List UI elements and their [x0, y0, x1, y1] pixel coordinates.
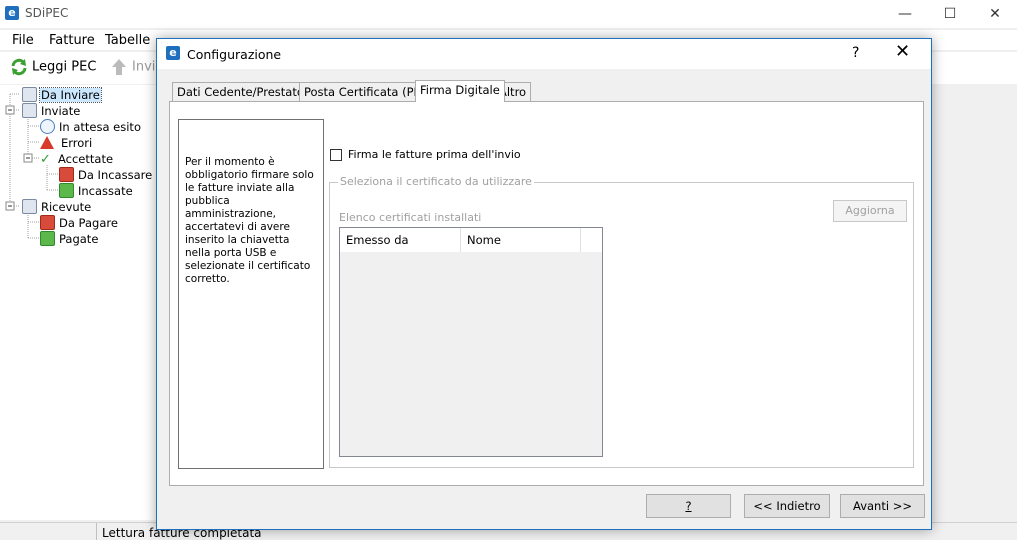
tree-item-da-incassare[interactable]: Da Incassare: [59, 167, 153, 182]
status-separator: [96, 523, 97, 540]
document-icon: [22, 103, 37, 118]
installed-certificates-label: Elenco certificati installati: [339, 211, 482, 224]
minimize-button[interactable]: —: [882, 0, 928, 28]
column-nome[interactable]: Nome: [461, 228, 581, 252]
back-button[interactable]: << Indietro: [744, 494, 830, 518]
configuration-dialog: e Configurazione ? ✕ Dati Cedente/Presta…: [156, 38, 932, 530]
dialog-help-button[interactable]: ?: [852, 45, 859, 61]
clock-icon: [40, 119, 55, 134]
refresh-certificates-button[interactable]: Aggiorna: [833, 200, 907, 222]
money-red-icon: [40, 215, 55, 230]
sign-invoices-label: Firma le fatture prima dell'invio: [348, 148, 521, 161]
tree-item-errori[interactable]: Errori: [40, 135, 93, 150]
dialog-titlebar: e Configurazione ? ✕: [157, 39, 931, 69]
read-pec-label: Leggi PEC: [32, 59, 97, 75]
tab-firma-digitale[interactable]: Firma Digitale: [415, 80, 505, 102]
up-arrow-icon: [112, 59, 126, 75]
certificate-group-title: Seleziona il certificato da utilizzare: [338, 175, 534, 188]
menu-fatture[interactable]: Fatture: [49, 33, 95, 48]
sign-invoices-checkbox[interactable]: Firma le fatture prima dell'invio: [330, 147, 521, 161]
document-icon: [22, 87, 37, 102]
money-green-icon: [59, 183, 74, 198]
info-note-box: Per il momento è obbligatorio firmare so…: [178, 119, 324, 469]
info-note-text: Per il momento è obbligatorio firmare so…: [185, 156, 314, 285]
dialog-logo-icon: e: [166, 46, 180, 60]
dialog-help-bottom-button[interactable]: ?: [646, 494, 731, 518]
read-pec-button[interactable]: Leggi PEC: [10, 58, 96, 76]
app-titlebar: e SDiPEC — ☐ ✕: [0, 0, 1017, 28]
money-red-icon: [59, 167, 74, 182]
dialog-close-button[interactable]: ✕: [895, 42, 910, 62]
tree-item-pagate[interactable]: Pagate: [40, 231, 99, 246]
checkbox-box[interactable]: [330, 148, 342, 161]
help-bottom-label: ?: [685, 499, 692, 513]
certificates-list-header: Emesso da Nome: [340, 228, 602, 252]
menu-tabelle[interactable]: Tabelle: [105, 33, 150, 48]
column-emesso-da[interactable]: Emesso da: [340, 228, 461, 252]
dialog-title: Configurazione: [187, 47, 282, 62]
close-button[interactable]: ✕: [972, 0, 1017, 28]
certificates-list[interactable]: Emesso da Nome: [339, 227, 603, 457]
folder-tree: Da Inviare Inviate In attesa esito Error…: [0, 85, 160, 520]
refresh-icon: [11, 58, 27, 76]
maximize-button[interactable]: ☐: [927, 0, 973, 28]
tab-panel-firma-digitale: Per il momento è obbligatorio firmare so…: [169, 101, 924, 486]
certificate-group: Seleziona il certificato da utilizzare E…: [329, 175, 914, 468]
tree-item-ricevute[interactable]: Ricevute: [22, 199, 92, 214]
next-button[interactable]: Avanti >>: [840, 494, 925, 518]
tree-item-incassate[interactable]: Incassate: [59, 183, 134, 198]
tree-item-inviate[interactable]: Inviate: [22, 103, 81, 118]
checkmark-icon: ✓: [40, 152, 51, 167]
app-title: SDiPEC: [25, 6, 69, 20]
menu-file[interactable]: File: [12, 33, 34, 48]
tree-item-da-inviare[interactable]: Da Inviare: [22, 86, 102, 103]
document-icon: [22, 199, 37, 214]
app-logo-icon: e: [5, 6, 19, 20]
tree-item-da-pagare[interactable]: Da Pagare: [40, 215, 119, 230]
warning-icon: [40, 136, 54, 149]
tree-item-accettate[interactable]: ✓ Accettate: [40, 151, 114, 168]
tree-item-in-attesa-esito[interactable]: In attesa esito: [40, 119, 142, 134]
money-green-icon: [40, 231, 55, 246]
